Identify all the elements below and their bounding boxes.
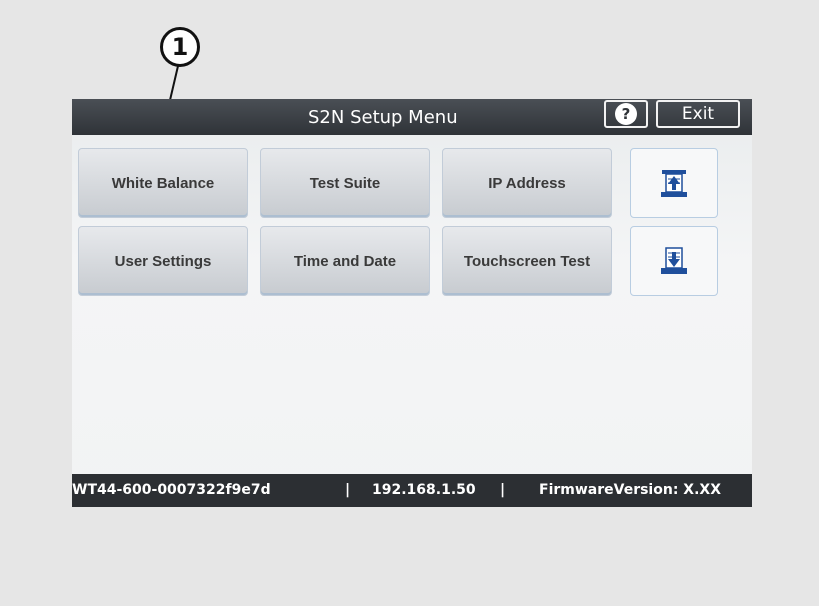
upload-tray-icon: [661, 170, 687, 197]
status-bar: WT44-600-0007322f9e7d | 192.168.1.50 | F…: [72, 474, 752, 507]
title-bar: S2N Setup Menu ? Exit: [72, 99, 752, 135]
status-separator: |: [345, 482, 351, 498]
device-id: WT44-600-0007322f9e7d: [72, 482, 271, 498]
white-balance-button[interactable]: White Balance: [78, 148, 248, 218]
help-button[interactable]: ?: [604, 100, 648, 128]
test-suite-button[interactable]: Test Suite: [260, 148, 430, 218]
screen-title: S2N Setup Menu: [308, 107, 458, 128]
status-separator: |: [500, 482, 506, 498]
firmware-version: FirmwareVersion: X.XX: [539, 482, 721, 498]
upload-button[interactable]: [630, 148, 718, 218]
help-icon: ?: [615, 103, 637, 125]
user-settings-button[interactable]: User Settings: [78, 226, 248, 296]
time-and-date-button[interactable]: Time and Date: [260, 226, 430, 296]
callout-marker: 1: [160, 27, 200, 67]
setup-screen: S2N Setup Menu ? Exit White Balance Test…: [72, 99, 752, 507]
touchscreen-test-button[interactable]: Touchscreen Test: [442, 226, 612, 296]
ip-address-readout: 192.168.1.50: [372, 482, 476, 498]
ip-address-button[interactable]: IP Address: [442, 148, 612, 218]
download-button[interactable]: [630, 226, 718, 296]
download-tray-icon: [661, 247, 687, 274]
exit-button[interactable]: Exit: [656, 100, 740, 128]
